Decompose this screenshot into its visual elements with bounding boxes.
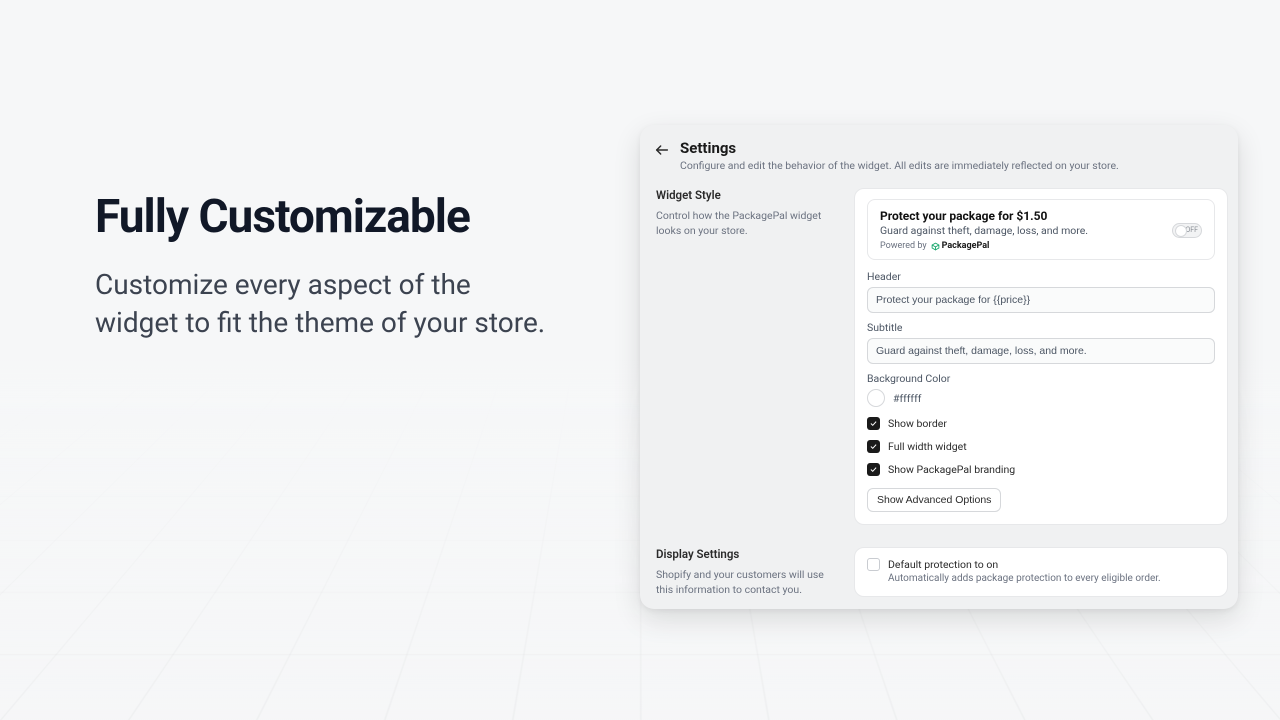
back-arrow-icon[interactable] — [654, 142, 670, 158]
package-icon — [931, 242, 940, 251]
settings-header: Settings Configure and edit the behavior… — [650, 135, 1228, 180]
widget-style-intro: Widget Style Control how the PackagePal … — [652, 188, 840, 525]
header-input[interactable] — [867, 287, 1215, 313]
default-protection-label: Default protection to on — [888, 558, 1161, 571]
show-border-checkbox[interactable] — [867, 417, 880, 430]
preview-subtitle: Guard against theft, damage, loss, and m… — [880, 224, 1088, 237]
marketing-subhead: Customize every aspect of the widget to … — [95, 266, 555, 342]
marketing-copy: Fully Customizable Customize every aspec… — [95, 190, 555, 342]
full-width-checkbox[interactable] — [867, 440, 880, 453]
checkmark-icon — [869, 442, 878, 451]
full-width-row[interactable]: Full width widget — [867, 440, 1215, 453]
widget-style-heading: Widget Style — [656, 188, 840, 202]
default-protection-help: Automatically adds package protection to… — [888, 573, 1161, 584]
widget-style-card: Protect your package for $1.50 Guard aga… — [854, 188, 1228, 525]
subtitle-field-label: Subtitle — [867, 321, 1215, 334]
checkmark-icon — [869, 465, 878, 474]
widget-style-section: Widget Style Control how the PackagePal … — [650, 180, 1228, 525]
display-settings-heading: Display Settings — [656, 547, 840, 561]
show-border-label: Show border — [888, 417, 947, 430]
show-branding-checkbox[interactable] — [867, 463, 880, 476]
powered-by-prefix: Powered by — [880, 241, 927, 251]
header-field-label: Header — [867, 270, 1215, 283]
display-settings-card: Default protection to on Automatically a… — [854, 547, 1228, 597]
bg-color-row: #ffffff — [867, 389, 1215, 407]
default-protection-row[interactable]: Default protection to on Automatically a… — [867, 558, 1215, 584]
brand-name: PackagePal — [942, 241, 990, 251]
preview-title: Protect your package for $1.50 — [880, 209, 1088, 223]
display-settings-section: Display Settings Shopify and your custom… — [650, 539, 1228, 597]
toggle-state-label: OFF — [1185, 226, 1198, 234]
preview-powered-by: Powered by PackagePal — [880, 241, 1088, 251]
checkmark-icon — [869, 419, 878, 428]
marketing-headline: Fully Customizable — [95, 190, 555, 244]
show-branding-row[interactable]: Show PackagePal branding — [867, 463, 1215, 476]
display-settings-description: Shopify and your customers will use this… — [656, 567, 840, 597]
widget-preview: Protect your package for $1.50 Guard aga… — [867, 199, 1215, 260]
show-border-row[interactable]: Show border — [867, 417, 1215, 430]
page-subtitle: Configure and edit the behavior of the w… — [680, 159, 1119, 172]
full-width-label: Full width widget — [888, 440, 967, 453]
display-settings-intro: Display Settings Shopify and your custom… — [652, 547, 840, 597]
show-advanced-button[interactable]: Show Advanced Options — [867, 488, 1001, 512]
bg-color-swatch[interactable] — [867, 389, 885, 407]
protection-toggle[interactable]: OFF — [1172, 223, 1202, 238]
show-branding-label: Show PackagePal branding — [888, 463, 1015, 476]
default-protection-checkbox[interactable] — [867, 558, 880, 571]
subtitle-input[interactable] — [867, 338, 1215, 364]
bg-color-hex: #ffffff — [893, 392, 921, 405]
widget-style-description: Control how the PackagePal widget looks … — [656, 208, 840, 238]
packagepal-brand-badge: PackagePal — [931, 241, 990, 251]
settings-panel: Settings Configure and edit the behavior… — [640, 125, 1238, 609]
bg-color-label: Background Color — [867, 372, 1215, 385]
page-title: Settings — [680, 139, 1119, 157]
